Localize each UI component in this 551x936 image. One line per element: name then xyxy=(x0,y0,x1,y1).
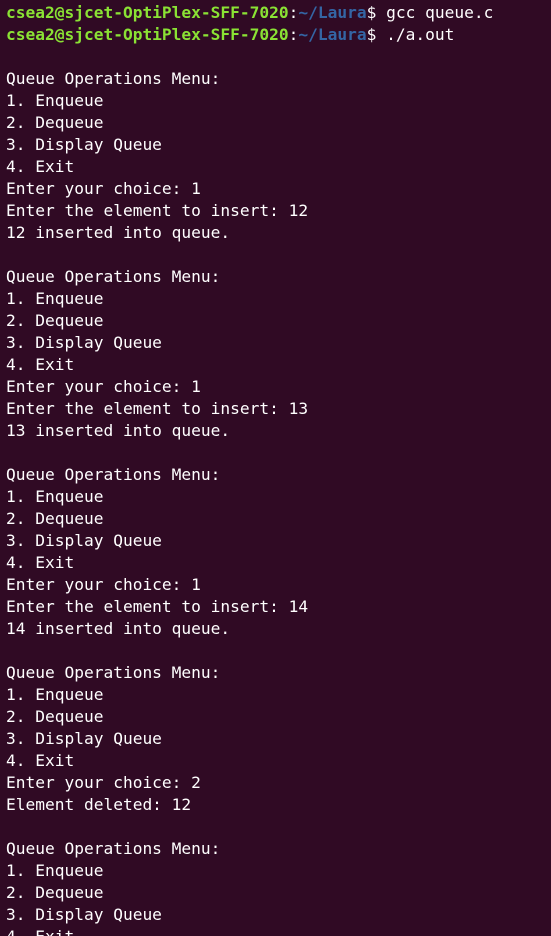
output-line: 2. Dequeue xyxy=(6,113,104,132)
prompt-command: ./a.out xyxy=(376,25,455,44)
output-line: 1. Enqueue xyxy=(6,289,104,308)
output-line: 3. Display Queue xyxy=(6,135,162,154)
output-line: Queue Operations Menu: xyxy=(6,839,221,858)
output-line: Queue Operations Menu: xyxy=(6,465,221,484)
output-line: 3. Display Queue xyxy=(6,905,162,924)
output-line: Enter the element to insert: 12 xyxy=(6,201,309,220)
output-line: 14 inserted into queue. xyxy=(6,619,231,638)
output-line: 2. Dequeue xyxy=(6,311,104,330)
output-line: 13 inserted into queue. xyxy=(6,421,231,440)
output-line: 2. Dequeue xyxy=(6,707,104,726)
output-line: Queue Operations Menu: xyxy=(6,663,221,682)
output-line: Queue Operations Menu: xyxy=(6,267,221,286)
prompt-user-host: csea2@sjcet-OptiPlex-SFF-7020 xyxy=(6,25,289,44)
prompt-colon: : xyxy=(288,25,299,44)
output-line: 1. Enqueue xyxy=(6,861,104,880)
output-line: Enter the element to insert: 14 xyxy=(6,597,309,616)
output-line: Enter your choice: 1 xyxy=(6,575,201,594)
output-line: Queue Operations Menu: xyxy=(6,69,221,88)
output-line: 3. Display Queue xyxy=(6,729,162,748)
output-line: Enter the element to insert: 13 xyxy=(6,399,309,418)
output-line: 1. Enqueue xyxy=(6,685,104,704)
prompt-colon: : xyxy=(288,3,299,22)
output-line: 3. Display Queue xyxy=(6,333,162,352)
output-line: 1. Enqueue xyxy=(6,487,104,506)
prompt-path: ~/Laura xyxy=(298,25,367,44)
output-line: 2. Dequeue xyxy=(6,883,104,902)
output-line: 4. Exit xyxy=(6,157,75,176)
prompt-line: csea2@sjcet-OptiPlex-SFF-7020:~/Laura$ g… xyxy=(6,2,551,24)
output-line: Enter your choice: 1 xyxy=(6,377,201,396)
prompt-dollar: $ xyxy=(366,3,377,22)
output-line: 4. Exit xyxy=(6,751,75,770)
output-line: 4. Exit xyxy=(6,553,75,572)
output-line: 12 inserted into queue. xyxy=(6,223,231,242)
output-line: 2. Dequeue xyxy=(6,509,104,528)
prompt-line: csea2@sjcet-OptiPlex-SFF-7020:~/Laura$ .… xyxy=(6,24,551,46)
output-line: 4. Exit xyxy=(6,926,551,936)
terminal-output: csea2@sjcet-OptiPlex-SFF-7020:~/Laura$ g… xyxy=(6,2,551,936)
output-line: 1. Enqueue xyxy=(6,91,104,110)
output-line: Enter your choice: 1 xyxy=(6,179,201,198)
prompt-user-host: csea2@sjcet-OptiPlex-SFF-7020 xyxy=(6,3,289,22)
output-line: 3. Display Queue xyxy=(6,531,162,550)
prompt-command: gcc queue.c xyxy=(376,3,494,22)
prompt-dollar: $ xyxy=(366,25,377,44)
prompt-path: ~/Laura xyxy=(298,3,367,22)
terminal-window[interactable]: csea2@sjcet-OptiPlex-SFF-7020:~/Laura$ g… xyxy=(0,0,551,936)
output-line: 4. Exit xyxy=(6,355,75,374)
output-line: Enter your choice: 2 xyxy=(6,773,201,792)
output-line: Element deleted: 12 xyxy=(6,795,192,814)
